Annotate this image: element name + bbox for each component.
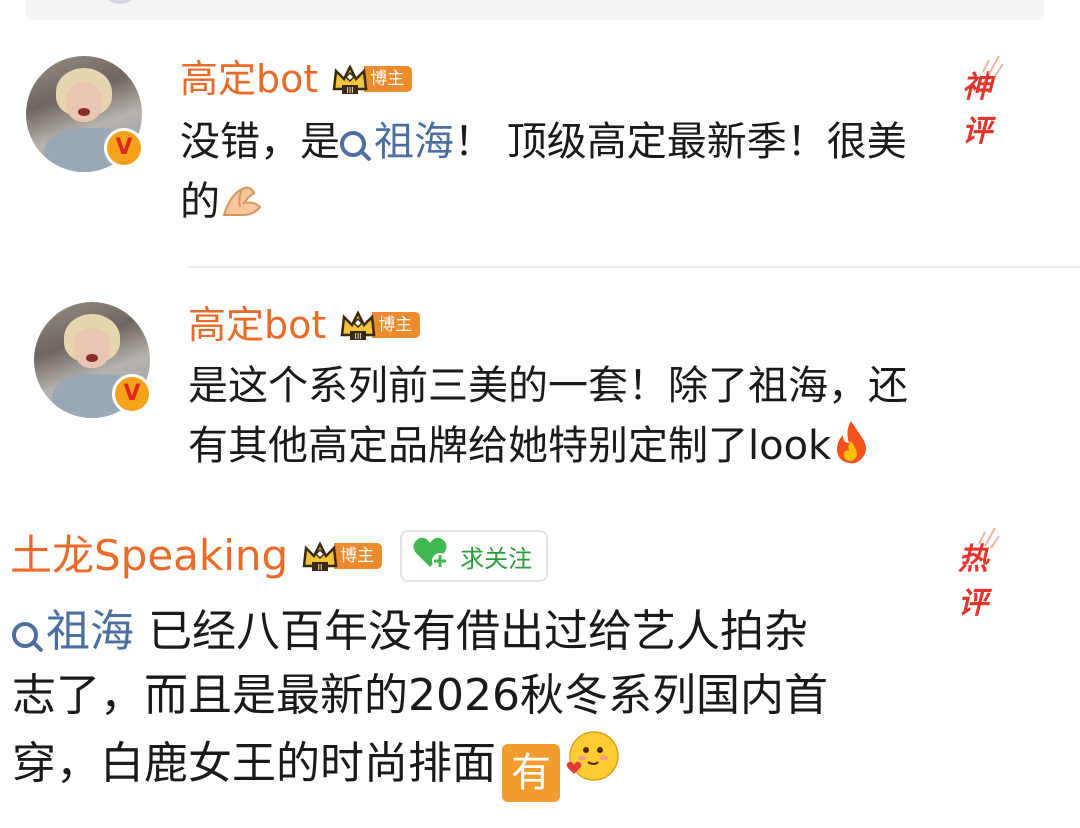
badge-label: 博主	[364, 66, 413, 92]
crown-icon: III	[340, 309, 376, 341]
blogger-badge[interactable]: II 博主	[302, 539, 383, 573]
comment-username[interactable]: 高定bot	[180, 56, 318, 102]
heart-plus-icon	[412, 535, 450, 577]
search-icon	[340, 131, 366, 157]
topic-link[interactable]: 祖海	[12, 606, 134, 657]
svg-text:III: III	[347, 86, 354, 95]
pinching-hand-emoji	[220, 178, 264, 238]
comment-username[interactable]: 土龙Speaking	[10, 530, 288, 582]
fire-emoji	[831, 419, 871, 482]
you-sticker-tag: 有	[502, 744, 560, 802]
comment-divider	[188, 266, 1080, 268]
follow-button[interactable]: 求关注	[400, 530, 549, 582]
crown-icon: III	[332, 63, 368, 95]
badge-label: 博主	[372, 312, 421, 338]
comment-username[interactable]: 高定bot	[188, 302, 326, 348]
sparkle-icon	[982, 55, 1004, 77]
smiling-face-heart-emoji	[564, 728, 620, 802]
comment-text: 祖海 已经八百年没有借出过给艺人拍杂 志了，而且是最新的2026秋冬系列国内首 …	[12, 600, 1072, 802]
topic-link[interactable]: 祖海	[340, 119, 454, 165]
user-avatar[interactable]: V	[26, 56, 144, 172]
previous-item-strip	[26, 0, 1044, 20]
verified-v-icon: V	[112, 374, 152, 414]
previous-item-avatar-edge	[104, 0, 136, 4]
crown-icon: II	[302, 540, 338, 572]
comment-text: 是这个系列前三美的一套！除了祖海，还 有其他高定品牌给她特别定制了look	[188, 356, 1048, 482]
badge-label: 博主	[334, 543, 383, 569]
verified-v-icon: V	[104, 128, 144, 168]
blogger-badge[interactable]: III 博主	[340, 308, 421, 342]
svg-text:II: II	[318, 563, 323, 572]
comment-text: 没错，是 祖海！ 顶级高定最新季！很美 的	[180, 112, 1040, 238]
user-avatar[interactable]: V	[34, 302, 152, 418]
sparkle-icon	[978, 527, 1000, 549]
search-icon	[12, 622, 38, 648]
svg-text:III: III	[355, 332, 362, 341]
blogger-badge[interactable]: III 博主	[332, 62, 413, 96]
